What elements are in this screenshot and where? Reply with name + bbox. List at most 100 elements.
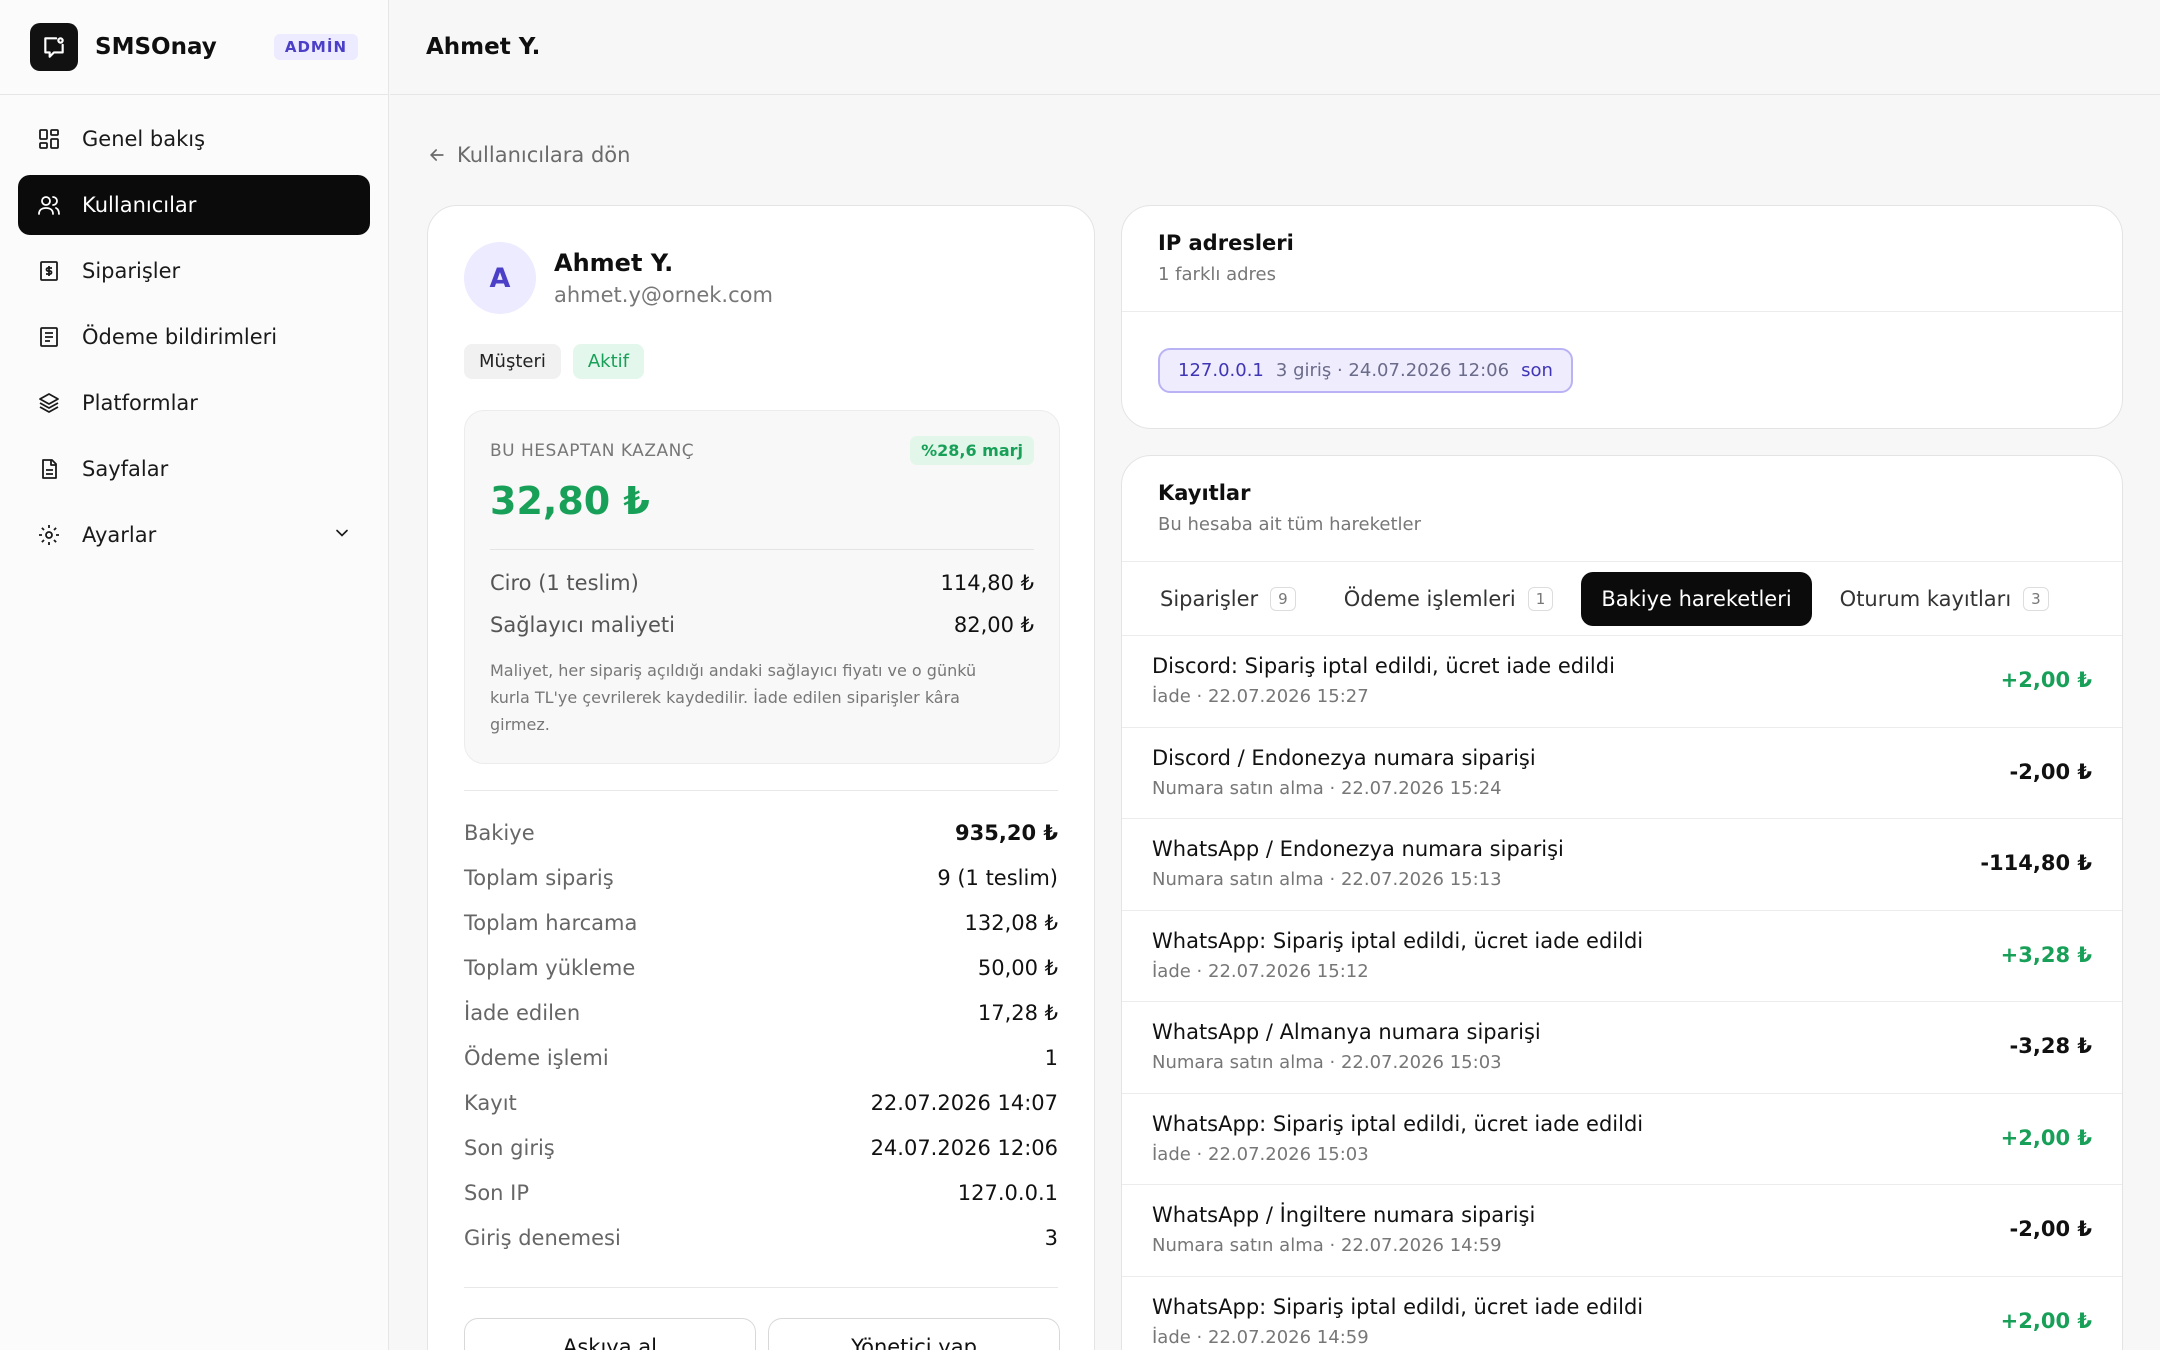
tab-label: Siparişler [1160, 586, 1259, 611]
movement-meta: İade · 22.07.2026 15:27 [1152, 686, 1369, 707]
divider [464, 790, 1058, 791]
user-card: A Ahmet Y. ahmet.y@ornek.com Müşteri Akt… [427, 205, 1095, 1350]
stat-total-topup: Toplam yükleme 50,00 ₺ [464, 956, 1058, 980]
gear-icon [36, 522, 62, 548]
movement-meta: İade · 22.07.2026 14:59 [1152, 1326, 1369, 1348]
movement-title: WhatsApp: Sipariş iptal edildi, ücret ia… [1152, 928, 1644, 953]
stat-label: Kayıt [464, 1091, 517, 1115]
brand: SMSOnay ADMİN [0, 0, 388, 95]
list-item: WhatsApp: Sipariş iptal edildi, ücret ia… [1122, 1277, 2122, 1350]
stat-value: 50,00 ₺ [977, 956, 1058, 980]
divider [464, 1287, 1058, 1288]
stat-label: Son giriş [464, 1136, 555, 1160]
ip-chip[interactable]: 127.0.0.1 3 giriş · 24.07.2026 12:06 son [1158, 348, 1573, 393]
movement-meta: İade · 22.07.2026 15:03 [1152, 1143, 1369, 1165]
stat-total-orders: Toplam sipariş 9 (1 teslim) [464, 866, 1058, 890]
list-item: WhatsApp: Sipariş iptal edildi, ücret ia… [1122, 911, 2122, 1002]
topbar: Ahmet Y. [390, 0, 2160, 95]
tab-label: Bakiye hareketleri [1601, 586, 1792, 611]
card-title: Kayıtlar [1158, 481, 1251, 505]
sidebar-item-pages[interactable]: Sayfalar [18, 439, 370, 499]
user-email: ahmet.y@ornek.com [554, 283, 773, 307]
list-item: Discord / Endonezya numara siparişi Numa… [1122, 728, 2122, 819]
logs-card: Kayıtlar Bu hesaba ait tüm hareketler Si… [1121, 455, 2123, 1350]
tab-balance-movements[interactable]: Bakiye hareketleri [1581, 571, 1812, 626]
sidebar-item-overview[interactable]: Genel bakış [18, 109, 370, 169]
sidebar-item-orders[interactable]: Siparişler [18, 241, 370, 301]
movement-title: WhatsApp: Sipariş iptal edildi, ücret ia… [1152, 1294, 1644, 1319]
stat-value: 935,20 ₺ [955, 821, 1058, 845]
tab-label: Ödeme işlemleri [1343, 586, 1516, 611]
admin-badge: ADMİN [273, 34, 358, 60]
stat-value: 9 (1 teslim) [937, 866, 1058, 890]
stat-label: Toplam sipariş [464, 866, 614, 890]
sidebar-item-settings[interactable]: Ayarlar [18, 505, 370, 565]
avatar: A [464, 242, 536, 314]
sidebar-item-platforms[interactable]: Platformlar [18, 373, 370, 433]
sidebar: SMSOnay ADMİN Genel bakış Kullanıcılar S… [0, 0, 389, 1350]
make-admin-button[interactable]: Yönetici yap [768, 1318, 1060, 1350]
margin-badge: %28,6 marj [910, 436, 1034, 465]
tab-count-badge: 9 [1270, 586, 1296, 611]
movement-title: WhatsApp / Almanya numara siparişi [1152, 1020, 1541, 1044]
chat-logo-icon [30, 23, 78, 71]
list-item: WhatsApp / Endonezya numara siparişi Num… [1122, 819, 2122, 911]
earnings-value: 32,80 ₺ [490, 479, 650, 523]
sidebar-item-payment-notifications[interactable]: Ödeme bildirimleri [18, 307, 370, 367]
movement-amount: +3,28 ₺ [2000, 942, 2092, 967]
stat-value: 132,08 ₺ [964, 911, 1058, 935]
file-icon [36, 456, 62, 482]
sidebar-item-label: Genel bakış [82, 127, 206, 151]
user-actions: Askıya al Yönetici yap [464, 1318, 1060, 1350]
ip-last-tag: son [1521, 360, 1553, 381]
stat-label: Giriş denemesi [464, 1226, 621, 1250]
divider [490, 549, 1034, 550]
movement-meta: Numara satın alma · 22.07.2026 15:24 [1152, 777, 1502, 799]
revenue-row: Ciro (1 teslim) 114,80 ₺ [490, 571, 1034, 595]
stat-registered: Kayıt 22.07.2026 14:07 [464, 1091, 1058, 1115]
movement-amount: +2,00 ₺ [2000, 1125, 2092, 1150]
list-item: WhatsApp / Almanya numara siparişi Numar… [1122, 1002, 2122, 1094]
suspend-button[interactable]: Askıya al [464, 1318, 756, 1350]
logs-tabs: Siparişler 9 Ödeme işlemleri 1 Bakiye ha… [1122, 561, 2122, 636]
arrow-left-icon [429, 149, 444, 161]
back-link-label: Kullanıcılara dön [457, 143, 631, 167]
list-item: WhatsApp / İngiltere numara siparişi Num… [1122, 1185, 2122, 1277]
stat-last-ip: Son IP 127.0.0.1 [464, 1181, 1058, 1205]
list-item: WhatsApp: Sipariş iptal edildi, ücret ia… [1122, 1094, 2122, 1185]
card-title: IP adresleri [1158, 231, 1294, 255]
movement-amount: -2,00 ₺ [2009, 1217, 2092, 1241]
user-tags: Müşteri Aktif [464, 344, 644, 379]
sidebar-item-label: Sayfalar [82, 457, 169, 481]
revenue-value: 114,80 ₺ [940, 571, 1034, 595]
back-to-users-link[interactable]: Kullanıcılara dön [427, 143, 630, 167]
tab-payments[interactable]: Ödeme işlemleri 1 [1324, 572, 1574, 626]
role-badge: Müşteri [464, 344, 561, 379]
tab-orders[interactable]: Siparişler 9 [1140, 572, 1316, 626]
stat-refunded: İade edilen 17,28 ₺ [464, 1001, 1058, 1025]
sidebar-item-label: Platformlar [82, 391, 198, 415]
page-title: Ahmet Y. [426, 34, 541, 60]
movement-amount: -2,00 ₺ [2009, 759, 2092, 784]
cost-value: 82,00 ₺ [953, 613, 1034, 637]
sidebar-item-users[interactable]: Kullanıcılar [18, 175, 370, 235]
chevron-down-icon[interactable] [332, 523, 352, 548]
movement-meta: İade · 22.07.2026 15:12 [1152, 960, 1369, 982]
stat-value: 1 [1044, 1046, 1058, 1070]
revenue-label: Ciro (1 teslim) [490, 571, 639, 595]
movement-title: WhatsApp / Endonezya numara siparişi [1152, 837, 1564, 861]
users-icon [36, 192, 62, 218]
stat-total-spend: Toplam harcama 132,08 ₺ [464, 911, 1058, 935]
sidebar-item-label: Kullanıcılar [82, 193, 197, 217]
stat-value: 24.07.2026 12:06 [870, 1136, 1058, 1160]
user-header: A Ahmet Y. ahmet.y@ornek.com [464, 242, 773, 314]
document-icon [36, 324, 62, 350]
stat-balance: Bakiye 935,20 ₺ [464, 821, 1058, 845]
sidebar-item-label: Siparişler [82, 259, 181, 283]
tab-session-logs[interactable]: Oturum kayıtları 3 [1820, 572, 2069, 626]
movement-meta: Numara satın alma · 22.07.2026 15:13 [1152, 869, 1502, 890]
stat-label: Ödeme işlemi [464, 1046, 609, 1070]
tab-count-badge: 1 [1527, 586, 1554, 611]
receipt-icon [36, 258, 62, 284]
movement-title: Discord: Sipariş iptal edildi, ücret iad… [1152, 654, 1615, 678]
